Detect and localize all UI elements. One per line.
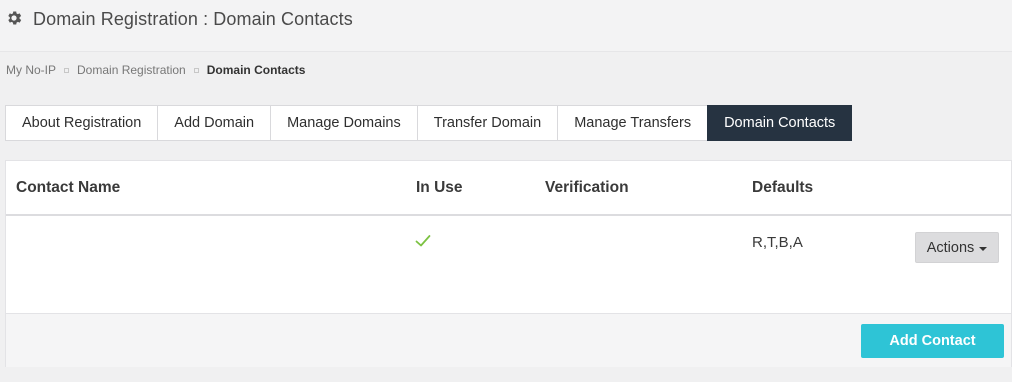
tab-add-domain[interactable]: Add Domain xyxy=(157,105,272,141)
page: Domain Registration : Domain Contacts My… xyxy=(0,0,1012,382)
breadcrumb: My No-IP Domain Registration Domain Cont… xyxy=(6,63,305,77)
actions-button-label: Actions xyxy=(926,239,975,256)
table-row: R,T,B,A Actions xyxy=(6,218,1011,313)
page-title: Domain Registration : Domain Contacts xyxy=(33,9,353,29)
contacts-panel: Contact Name In Use Verification Default… xyxy=(5,160,1012,367)
column-header-defaults[interactable]: Defaults xyxy=(752,179,813,197)
gear-icon xyxy=(8,11,22,25)
add-contact-button[interactable]: Add Contact xyxy=(861,324,1004,358)
panel-footer: Add Contact xyxy=(6,313,1011,367)
tab-domain-contacts[interactable]: Domain Contacts xyxy=(707,105,853,141)
actions-dropdown-button[interactable]: Actions xyxy=(915,232,999,263)
breadcrumb-domain-registration[interactable]: Domain Registration xyxy=(77,63,186,77)
checkmark-icon xyxy=(415,235,431,247)
breadcrumb-current: Domain Contacts xyxy=(206,63,306,77)
cell-defaults: R,T,B,A xyxy=(752,234,803,251)
breadcrumb-separator-icon xyxy=(193,68,199,73)
column-header-verification[interactable]: Verification xyxy=(545,179,629,197)
tab-manage-domains[interactable]: Manage Domains xyxy=(270,105,418,141)
column-header-in-use[interactable]: In Use xyxy=(416,179,463,197)
page-header: Domain Registration : Domain Contacts xyxy=(0,0,1012,52)
table-header: Contact Name In Use Verification Default… xyxy=(6,161,1011,216)
tab-transfer-domain[interactable]: Transfer Domain xyxy=(416,105,559,141)
tab-manage-transfers[interactable]: Manage Transfers xyxy=(557,105,709,141)
tab-about-registration[interactable]: About Registration xyxy=(5,105,159,141)
column-header-contact-name[interactable]: Contact Name xyxy=(16,179,120,197)
tab-bar: About Registration Add Domain Manage Dom… xyxy=(5,105,853,141)
breadcrumb-separator-icon xyxy=(64,68,70,73)
caret-down-icon xyxy=(979,246,988,251)
breadcrumb-my-noip[interactable]: My No-IP xyxy=(6,63,56,77)
